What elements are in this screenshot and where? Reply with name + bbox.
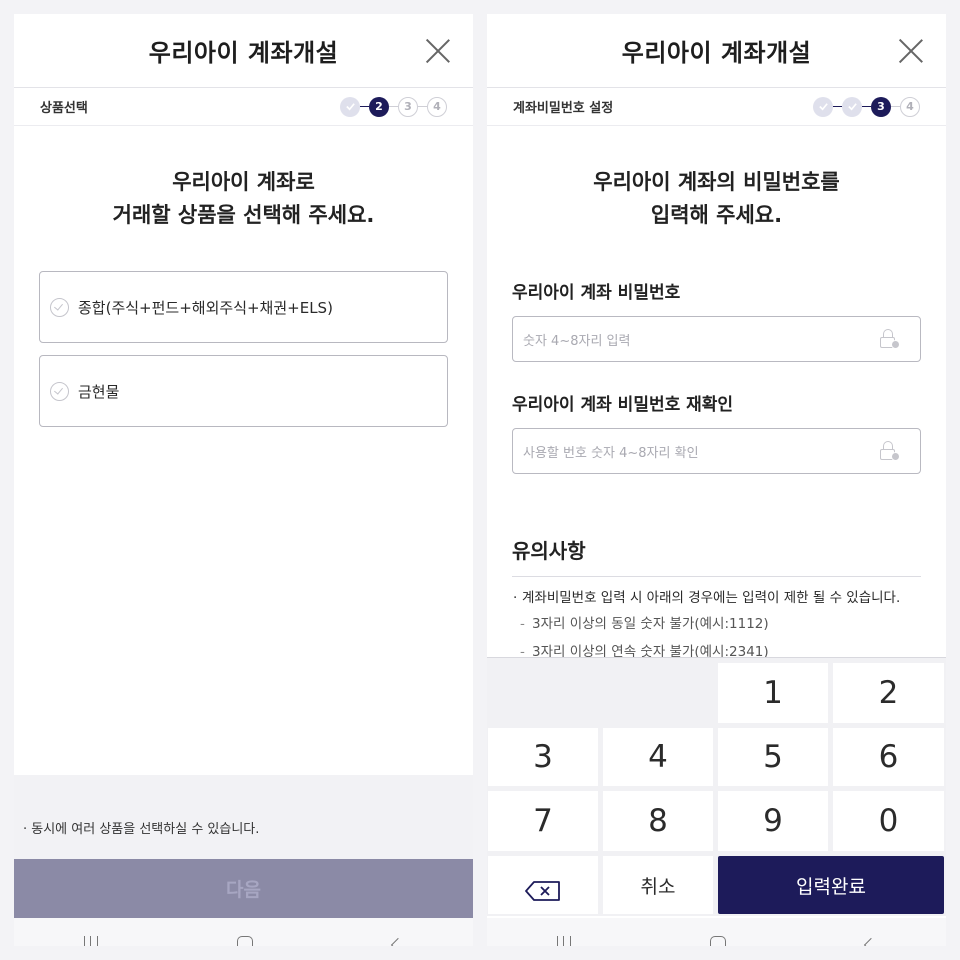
key-4[interactable]: 4 — [603, 728, 713, 786]
step-done-icon — [842, 96, 862, 117]
notice-box: · 동시에 여러 상품을 선택하실 수 있습니다. — [14, 775, 473, 859]
password-input[interactable]: 숫자 4~8자리 입력 — [512, 316, 921, 362]
step-connector — [389, 105, 398, 108]
option-general[interactable]: 종합(주식+펀드+해외주식+채권+ELS) — [39, 271, 448, 343]
caution-sub-item: 3자리 이상의 동일 숫자 불가(예시:1112) — [512, 610, 921, 638]
option-label: 종합(주식+펀드+해외주식+채권+ELS) — [78, 298, 333, 317]
key-2[interactable]: 2 — [833, 663, 944, 723]
option-label: 금현물 — [78, 382, 120, 401]
backspace-button[interactable] — [488, 856, 598, 914]
caution-title: 유의사항 — [512, 535, 921, 577]
recent-apps-icon[interactable] — [556, 936, 571, 946]
backspace-icon — [524, 874, 562, 901]
next-label: 다음 — [226, 879, 261, 901]
screen-product-select: 우리아이 계좌개설 상품선택 2 3 4 우리아이 계좌로 거래할 상품을 선택… — [14, 14, 473, 946]
back-icon[interactable] — [391, 937, 406, 946]
heading-line-2: 거래할 상품을 선택해 주세요. — [112, 203, 375, 227]
key-1[interactable]: 1 — [718, 663, 828, 723]
step-connector — [360, 105, 369, 108]
heading-line-1: 우리아이 계좌로 — [172, 170, 315, 194]
lock-icon — [878, 440, 900, 462]
page-title: 우리아이 계좌개설 — [148, 39, 339, 67]
close-icon[interactable] — [425, 38, 451, 64]
number-keypad: 1 2 3 4 5 6 7 8 9 0 취소 입력완료 — [487, 657, 946, 916]
header: 우리아이 계좌개설 — [487, 14, 946, 88]
heading-line-1: 우리아이 계좌의 비밀번호를 — [593, 170, 840, 194]
option-gold[interactable]: 금현물 — [39, 355, 448, 427]
back-icon[interactable] — [864, 937, 879, 946]
next-button[interactable]: 다음 — [14, 859, 473, 918]
step-connector — [418, 105, 427, 108]
step-3: 3 — [871, 96, 891, 117]
step-connector — [862, 105, 871, 108]
key-0[interactable]: 0 — [833, 791, 944, 851]
heading-line-2: 입력해 주세요. — [650, 203, 783, 227]
password-placeholder: 숫자 4~8자리 입력 — [523, 333, 631, 349]
header: 우리아이 계좌개설 — [14, 14, 473, 88]
step-done-icon — [340, 96, 360, 117]
password-label: 우리아이 계좌 비밀번호 — [512, 283, 681, 303]
done-button[interactable]: 입력완료 — [718, 856, 944, 914]
key-5[interactable]: 5 — [718, 728, 828, 786]
step-3: 3 — [398, 96, 418, 117]
step-4: 4 — [427, 96, 447, 117]
system-navbar — [487, 918, 946, 946]
step-bar: 계좌비밀번호 설정 3 4 — [487, 88, 946, 126]
key-8[interactable]: 8 — [603, 791, 713, 851]
recent-apps-icon[interactable] — [83, 936, 98, 946]
caution-item: 계좌비밀번호 입력 시 아래의 경우에는 입력이 제한 될 수 있습니다. — [512, 587, 921, 610]
key-9[interactable]: 9 — [718, 791, 828, 851]
radio-check-icon[interactable] — [50, 381, 69, 401]
cancel-button[interactable]: 취소 — [603, 856, 713, 914]
system-navbar — [14, 918, 473, 946]
home-icon[interactable] — [710, 936, 727, 946]
step-label: 계좌비밀번호 설정 — [513, 101, 614, 116]
step-connector — [891, 105, 900, 108]
main-heading: 우리아이 계좌의 비밀번호를 입력해 주세요. — [487, 166, 946, 232]
caution-list: 계좌비밀번호 입력 시 아래의 경우에는 입력이 제한 될 수 있습니다. 3자… — [512, 587, 921, 666]
key-3[interactable]: 3 — [488, 728, 598, 786]
step-connector — [833, 105, 842, 108]
key-7[interactable]: 7 — [488, 791, 598, 851]
notice-text: · 동시에 여러 상품을 선택하실 수 있습니다. — [23, 822, 260, 837]
step-label: 상품선택 — [40, 101, 88, 116]
password-confirm-input[interactable]: 사용할 번호 숫자 4~8자리 확인 — [512, 428, 921, 474]
password-confirm-placeholder: 사용할 번호 숫자 4~8자리 확인 — [523, 445, 699, 461]
step-bar: 상품선택 2 3 4 — [14, 88, 473, 126]
password-confirm-label: 우리아이 계좌 비밀번호 재확인 — [512, 395, 734, 415]
main-heading: 우리아이 계좌로 거래할 상품을 선택해 주세요. — [14, 166, 473, 232]
radio-check-icon[interactable] — [50, 297, 69, 317]
step-4: 4 — [900, 96, 920, 117]
close-icon[interactable] — [898, 38, 924, 64]
step-indicator: 3 4 — [813, 96, 920, 117]
screen-password-setup: 우리아이 계좌개설 계좌비밀번호 설정 3 4 우리아이 계좌의 비밀번호를 입… — [487, 14, 946, 946]
step-done-icon — [813, 96, 833, 117]
page-title: 우리아이 계좌개설 — [621, 39, 812, 67]
home-icon[interactable] — [237, 936, 254, 946]
step-2: 2 — [369, 96, 389, 117]
step-indicator: 2 3 4 — [340, 96, 447, 117]
lock-icon — [878, 328, 900, 350]
key-6[interactable]: 6 — [833, 728, 944, 786]
